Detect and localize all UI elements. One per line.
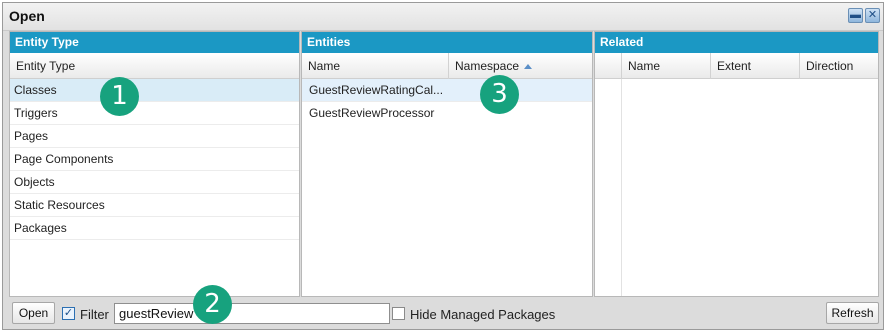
annotation-badge-1: 1 [100, 77, 139, 116]
open-dialog: Open ▬ ✕ Entity Type Entity Type Classes… [2, 2, 884, 330]
list-item-classes[interactable]: Classes [10, 79, 299, 102]
column-header-name[interactable]: Name [302, 53, 448, 79]
table-row[interactable]: GuestReviewRatingCal... [302, 79, 592, 102]
list-item-page-components[interactable]: Page Components [10, 148, 299, 171]
column-header-extent[interactable]: Extent [710, 53, 799, 79]
related-panel-header: Related [595, 32, 878, 53]
entities-panel: Entities Name Namespace GuestReviewRatin… [301, 31, 593, 297]
list-item-triggers[interactable]: Triggers [10, 102, 299, 125]
bottom-toolbar: Open ✓ Filter Hide Managed Packages Refr… [9, 300, 879, 326]
entities-panel-header: Entities [302, 32, 592, 53]
column-header-direction[interactable]: Direction [799, 53, 878, 79]
sort-ascending-icon [524, 64, 533, 69]
refresh-button[interactable]: Refresh [826, 302, 879, 324]
close-icon[interactable]: ✕ [865, 8, 880, 23]
column-header-icon [595, 53, 621, 79]
dialog-title: Open [9, 8, 45, 24]
annotation-badge-2: 2 [193, 285, 232, 324]
related-panel: Related Name Extent Direction [594, 31, 879, 297]
filter-input[interactable] [114, 303, 390, 324]
hide-managed-packages-checkbox[interactable] [392, 307, 405, 320]
entity-type-panel: Entity Type Entity Type Classes Triggers… [9, 31, 300, 297]
list-item-packages[interactable]: Packages [10, 217, 299, 240]
column-header-name[interactable]: Name [621, 53, 710, 79]
entity-type-column-header[interactable]: Entity Type [10, 53, 299, 79]
entity-type-panel-header: Entity Type [10, 32, 299, 53]
hide-managed-packages-label: Hide Managed Packages [410, 307, 556, 322]
pin-icon[interactable]: ▬ [848, 8, 863, 23]
list-item-static-resources[interactable]: Static Resources [10, 194, 299, 217]
related-column-header: Name Extent Direction [595, 53, 878, 79]
filter-checkbox[interactable]: ✓ [62, 307, 75, 320]
column-divider [621, 79, 622, 296]
open-button[interactable]: Open [12, 302, 55, 324]
title-bar: Open ▬ ✕ [3, 3, 883, 31]
annotation-badge-3: 3 [480, 75, 519, 114]
table-row[interactable]: GuestReviewProcessor [302, 102, 592, 125]
entities-column-header: Name Namespace [302, 53, 592, 79]
list-item-pages[interactable]: Pages [10, 125, 299, 148]
column-header-namespace[interactable]: Namespace [448, 53, 592, 79]
entity-type-column-label: Entity Type [16, 59, 76, 73]
list-item-objects[interactable]: Objects [10, 171, 299, 194]
filter-label: Filter [80, 307, 109, 322]
